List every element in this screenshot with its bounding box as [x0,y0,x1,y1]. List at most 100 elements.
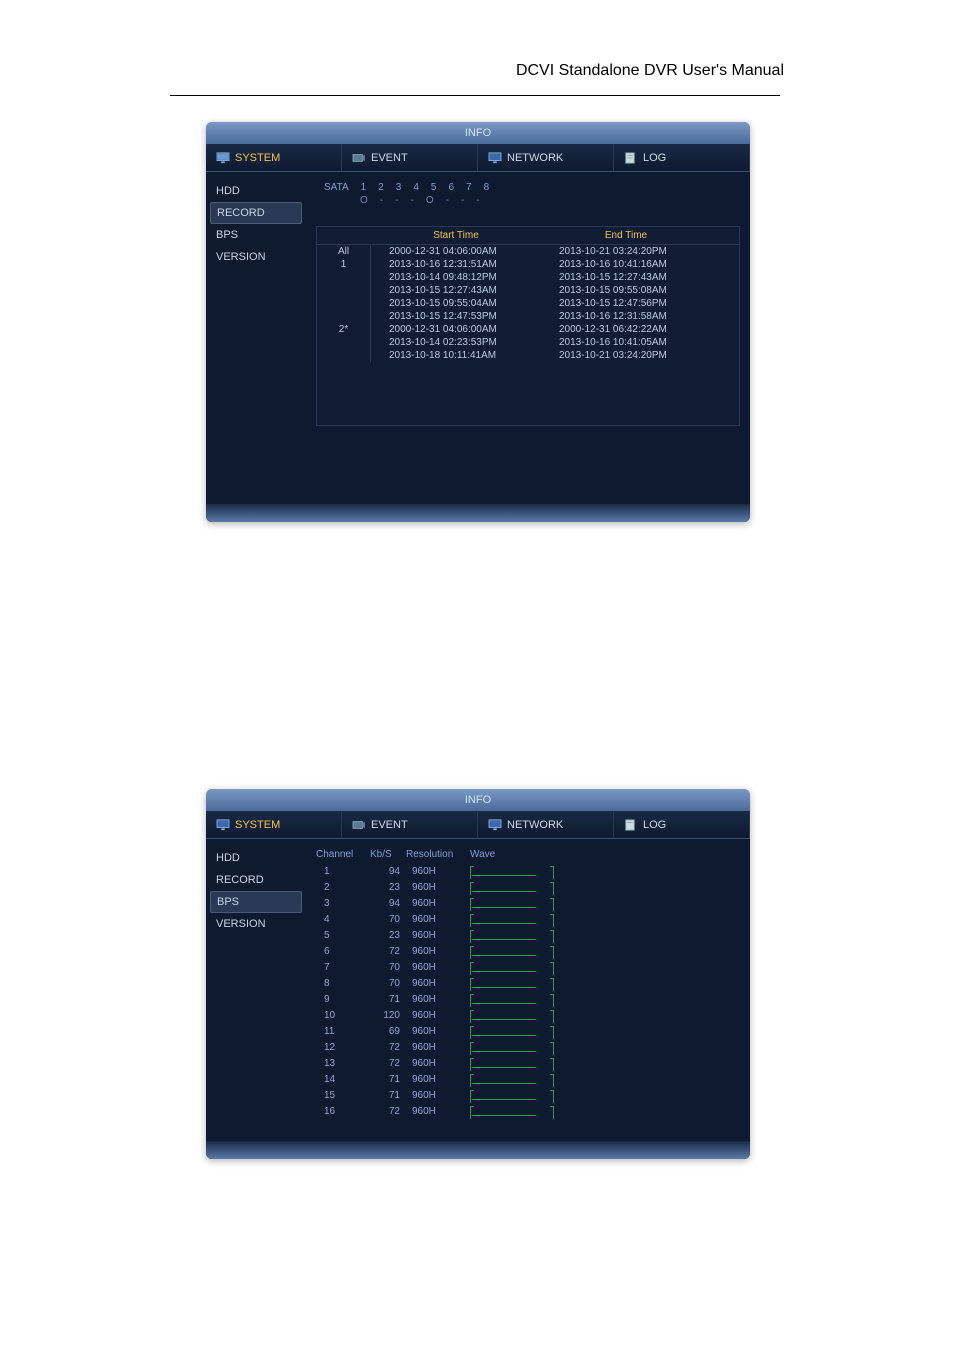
log-icon [624,819,638,831]
tab-network[interactable]: NETWORK [478,811,614,838]
col-header-start: Start Time [371,230,541,241]
wave-icon [470,883,554,893]
wave-icon [470,867,554,877]
table-row: 1272960H [316,1040,740,1056]
network-icon [488,819,502,831]
cell-resolution: 960H [406,1072,470,1088]
tab-network[interactable]: NETWORK [478,144,614,171]
tab-log[interactable]: LOG [614,144,750,171]
cell-wave [470,883,570,893]
wave-icon [470,1091,554,1101]
cell-start: 2013-10-14 02:23:53PM [371,336,541,349]
cell-resolution: 960H [406,1008,470,1024]
cell-start: 2013-10-15 12:27:43AM [371,284,541,297]
cell-resolution: 960H [406,1104,470,1120]
cell-resolution: 960H [406,992,470,1008]
tab-log[interactable]: LOG [614,811,750,838]
sidebar-item-hdd[interactable]: HDD [206,180,306,202]
camera-icon [352,819,366,831]
table-row[interactable]: 2013-10-15 09:55:04AM2013-10-15 12:47:56… [317,297,739,310]
sata-status: - [410,195,413,206]
sata-status: - [461,195,464,206]
tab-system[interactable]: SYSTEM [206,144,342,171]
sata-port: 8 [484,182,490,193]
sidebar-item-version[interactable]: VERSION [206,246,306,268]
cell-wave [470,1043,570,1053]
cell-name [317,310,371,323]
wave-icon [470,931,554,941]
table-row[interactable]: 2*2000-12-31 04:06:00AM2000-12-31 06:42:… [317,323,739,336]
camera-icon [352,152,366,164]
sata-port: 4 [413,182,419,193]
table-row[interactable]: 12013-10-16 12:31:51AM2013-10-16 10:41:1… [317,258,739,271]
cell-resolution: 960H [406,864,470,880]
table-row[interactable]: All2000-12-31 04:06:00AM2013-10-21 03:24… [317,245,739,258]
table-row: 1672960H [316,1104,740,1120]
table-row: 10120960H [316,1008,740,1024]
sata-port: 2 [378,182,384,193]
window-footer [206,504,750,522]
cell-channel: 2 [316,880,370,896]
table-row[interactable]: 2013-10-18 10:11:41AM2013-10-21 03:24:20… [317,349,739,362]
sidebar-item-bps[interactable]: BPS [206,224,306,246]
tab-event[interactable]: EVENT [342,811,478,838]
cell-kbs: 23 [370,928,406,944]
cell-name [317,297,371,310]
table-row: 223960H [316,880,740,896]
cell-kbs: 71 [370,1072,406,1088]
tab-label: EVENT [371,152,408,164]
sidebar-item-record[interactable]: RECORD [210,202,302,224]
sidebar-item-bps[interactable]: BPS [210,891,302,913]
cell-resolution: 960H [406,1056,470,1072]
cell-channel: 7 [316,960,370,976]
wave-icon [470,1011,554,1021]
cell-channel: 15 [316,1088,370,1104]
cell-end: 2013-10-16 10:41:05AM [541,336,711,349]
cell-wave [470,995,570,1005]
cell-start: 2013-10-14 09:48:12PM [371,271,541,284]
table-row[interactable]: 2013-10-15 12:47:53PM2013-10-16 12:31:58… [317,310,739,323]
cell-kbs: 70 [370,976,406,992]
cell-channel: 13 [316,1056,370,1072]
monitor-icon [216,152,230,164]
sata-status: O [360,195,368,206]
wave-icon [470,1027,554,1037]
info-window-bps: INFO SYSTEM EVENT NETWORK LOG [206,789,750,1159]
cell-wave [470,867,570,877]
tab-label: NETWORK [507,819,563,831]
table-row: 394960H [316,896,740,912]
table-row[interactable]: 2013-10-14 09:48:12PM2013-10-15 12:27:43… [317,271,739,284]
cell-wave [470,963,570,973]
cell-kbs: 71 [370,1088,406,1104]
sata-port: 6 [448,182,454,193]
table-row[interactable]: 2013-10-14 02:23:53PM2013-10-16 10:41:05… [317,336,739,349]
cell-resolution: 960H [406,1040,470,1056]
cell-resolution: 960H [406,896,470,912]
tab-event[interactable]: EVENT [342,144,478,171]
cell-wave [470,1059,570,1069]
sata-port: 3 [396,182,402,193]
cell-channel: 4 [316,912,370,928]
cell-wave [470,1075,570,1085]
sidebar-item-version[interactable]: VERSION [206,913,306,935]
cell-kbs: 120 [370,1008,406,1024]
table-row: 1571960H [316,1088,740,1104]
cell-kbs: 72 [370,1104,406,1120]
sidebar-item-hdd[interactable]: HDD [206,847,306,869]
tab-system[interactable]: SYSTEM [206,811,342,838]
cell-start: 2013-10-16 12:31:51AM [371,258,541,271]
sidebar: HDD RECORD BPS VERSION [206,839,306,1159]
tab-label: EVENT [371,819,408,831]
table-row: 1169960H [316,1024,740,1040]
cell-name [317,349,371,362]
wave-icon [470,995,554,1005]
wave-icon [470,979,554,989]
cell-resolution: 960H [406,944,470,960]
cell-kbs: 72 [370,1040,406,1056]
cell-start: 2013-10-15 12:47:53PM [371,310,541,323]
table-row[interactable]: 2013-10-15 12:27:43AM2013-10-15 09:55:08… [317,284,739,297]
cell-end: 2000-12-31 06:42:22AM [541,323,711,336]
cell-wave [470,947,570,957]
cell-wave [470,915,570,925]
sidebar-item-record[interactable]: RECORD [206,869,306,891]
